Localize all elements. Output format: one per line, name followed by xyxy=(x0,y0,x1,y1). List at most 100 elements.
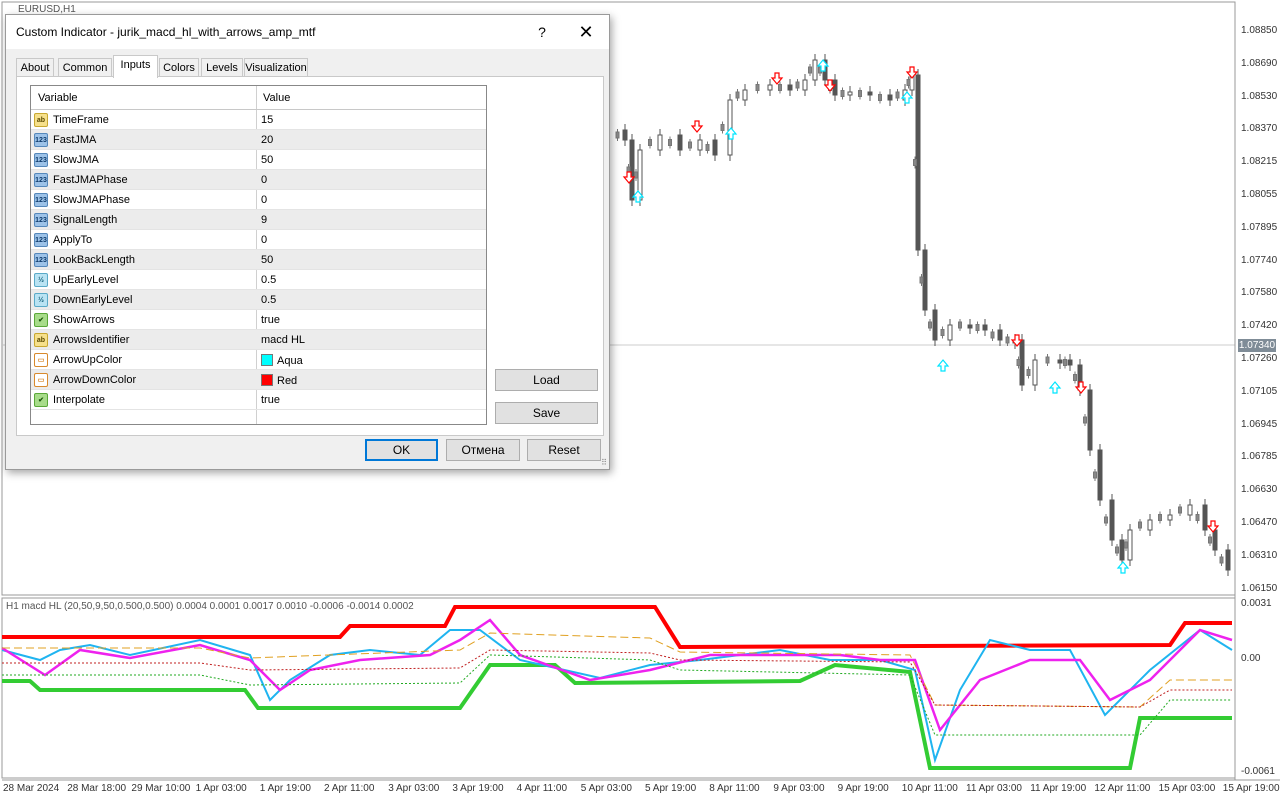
candle xyxy=(1187,504,1193,516)
candle xyxy=(1178,506,1182,514)
param-row-upearlylevel[interactable]: ½ UpEarlyLevel 0.5 xyxy=(31,270,486,290)
param-row-signallength[interactable]: 123 SignalLength 9 xyxy=(31,210,486,230)
load-button[interactable]: Load xyxy=(495,369,598,391)
param-name: ArrowsIdentifier xyxy=(53,334,130,346)
param-row-downearlylevel[interactable]: ½ DownEarlyLevel 0.5 xyxy=(31,290,486,310)
param-row-timeframe[interactable]: ab TimeFrame 15 xyxy=(31,110,486,130)
candle xyxy=(928,321,932,329)
candle xyxy=(735,91,740,99)
upper-band-line xyxy=(2,605,1232,650)
param-row-fastjmaphase[interactable]: 123 FastJMAPhase 0 xyxy=(31,170,486,190)
param-row-arrowupcolor[interactable]: ▭ ArrowUpColor Aqua xyxy=(31,350,486,370)
time-axis-label: 9 Apr 19:00 xyxy=(837,783,889,794)
early-up-line xyxy=(2,649,1232,708)
cancel-button[interactable]: Отмена xyxy=(446,439,520,461)
integer-type-icon: 123 xyxy=(34,133,48,147)
candle xyxy=(1138,521,1142,529)
param-name: FastJMAPhase xyxy=(53,174,128,186)
param-name: SlowJMA xyxy=(53,154,99,166)
resize-grip-icon[interactable]: ⠿ xyxy=(601,458,607,467)
price-axis-label: 1.08215 xyxy=(1241,156,1278,168)
price-axis-label: 1.06945 xyxy=(1241,418,1278,430)
color-swatch[interactable] xyxy=(261,374,273,386)
param-row-showarrows[interactable]: ✔ ShowArrows true xyxy=(31,310,486,330)
candle xyxy=(795,81,800,89)
param-value[interactable]: macd HL xyxy=(261,334,305,346)
param-name: UpEarlyLevel xyxy=(53,274,119,286)
save-button[interactable]: Save xyxy=(495,402,598,424)
dialog-titlebar[interactable]: Custom Indicator - jurik_macd_hl_with_ar… xyxy=(6,15,609,49)
close-button[interactable]: ✕ xyxy=(572,21,600,43)
param-row-lookbacklength[interactable]: 123 LookBackLength 50 xyxy=(31,250,486,270)
candle xyxy=(1093,471,1097,479)
tab-visualization[interactable]: Visualization xyxy=(244,58,308,78)
param-value[interactable]: true xyxy=(261,314,280,326)
candle xyxy=(982,324,988,331)
candle xyxy=(1067,359,1073,366)
tab-common[interactable]: Common xyxy=(58,58,112,78)
param-value[interactable]: 9 xyxy=(261,214,267,226)
param-value[interactable]: 0 xyxy=(261,234,267,246)
tab-about[interactable]: About xyxy=(16,58,54,78)
param-row-arrowdowncolor[interactable]: ▭ ArrowDownColor Red xyxy=(31,370,486,390)
param-row-slowjma[interactable]: 123 SlowJMA 50 xyxy=(31,150,486,170)
candle xyxy=(778,84,782,91)
indicator-axis-label: -0.0061 xyxy=(1241,766,1275,777)
candle xyxy=(1147,519,1153,531)
param-value[interactable]: Red xyxy=(261,374,297,387)
candle xyxy=(990,331,995,339)
candle xyxy=(629,139,635,201)
price-axis-label: 1.07740 xyxy=(1241,254,1278,266)
candle xyxy=(1119,539,1125,561)
candle xyxy=(913,159,917,166)
candle xyxy=(847,91,853,96)
time-axis-label: 5 Apr 19:00 xyxy=(645,783,697,794)
tab-levels[interactable]: Levels xyxy=(201,58,243,78)
candle xyxy=(1083,416,1087,424)
param-value[interactable]: 20 xyxy=(261,134,273,146)
candle xyxy=(906,79,911,86)
ok-button[interactable]: OK xyxy=(365,439,438,461)
candle xyxy=(812,59,818,81)
param-value[interactable]: 0 xyxy=(261,194,267,206)
color-swatch[interactable] xyxy=(261,354,273,366)
candle xyxy=(1208,536,1212,544)
header-value[interactable]: Value xyxy=(263,92,290,104)
candle xyxy=(742,89,748,101)
param-row-applyto[interactable]: 123 ApplyTo 0 xyxy=(31,230,486,250)
param-row-arrowsidentifier[interactable]: ab ArrowsIdentifier macd HL xyxy=(31,330,486,350)
double-type-icon: ½ xyxy=(34,273,48,287)
param-value[interactable]: 0.5 xyxy=(261,274,276,286)
param-value[interactable]: 0 xyxy=(261,174,267,186)
time-axis-label: 29 Mar 10:00 xyxy=(131,783,191,794)
time-axis-label: 5 Apr 03:00 xyxy=(580,783,632,794)
candle xyxy=(840,90,845,97)
candle xyxy=(668,139,672,146)
param-value[interactable]: 15 xyxy=(261,114,273,126)
param-value[interactable]: Aqua xyxy=(261,354,303,367)
candle xyxy=(712,139,718,156)
reset-button[interactable]: Reset xyxy=(527,439,601,461)
param-name: DownEarlyLevel xyxy=(53,294,133,306)
param-value[interactable]: 0.5 xyxy=(261,294,276,306)
integer-type-icon: 123 xyxy=(34,173,48,187)
help-button[interactable]: ? xyxy=(530,21,554,43)
tab-inputs[interactable]: Inputs xyxy=(113,55,158,78)
param-row-interpolate[interactable]: ✔ Interpolate true xyxy=(31,390,486,410)
param-row-fastjma[interactable]: 123 FastJMA 20 xyxy=(31,130,486,150)
tab-colors[interactable]: Colors xyxy=(159,58,199,78)
param-value[interactable]: 50 xyxy=(261,154,273,166)
candle xyxy=(1127,529,1133,561)
candle xyxy=(947,324,953,341)
candle xyxy=(767,84,773,91)
param-value[interactable]: 50 xyxy=(261,254,273,266)
candle xyxy=(867,91,873,96)
price-axis-label: 1.08850 xyxy=(1241,25,1278,36)
param-value[interactable]: true xyxy=(261,394,280,406)
time-axis-label: 10 Apr 11:00 xyxy=(901,783,958,794)
header-variable[interactable]: Variable xyxy=(38,92,78,104)
candle xyxy=(1097,449,1103,501)
param-name: Interpolate xyxy=(53,394,105,406)
param-row-slowjmaphase[interactable]: 123 SlowJMAPhase 0 xyxy=(31,190,486,210)
arrow-up-icon xyxy=(1048,381,1062,394)
